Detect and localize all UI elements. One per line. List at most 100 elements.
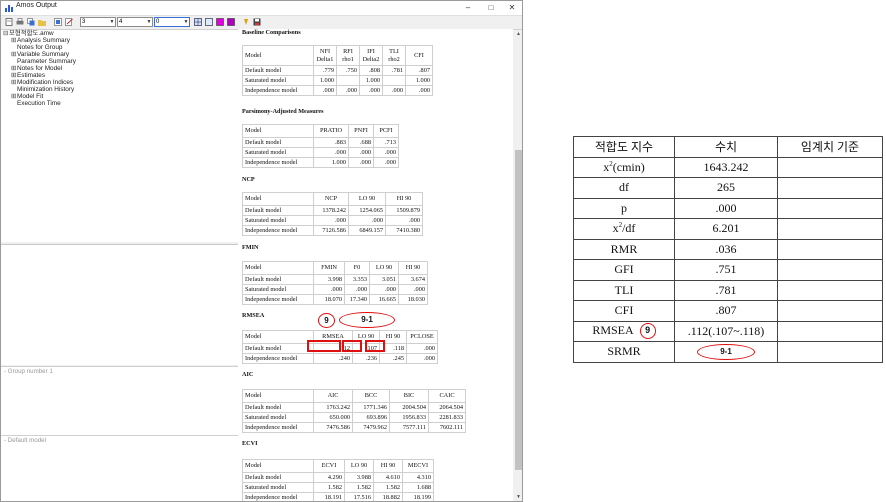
max-columns-combo[interactable]: 0 ▼: [154, 17, 190, 27]
fit-index-name: TLI: [573, 279, 675, 301]
fit-index-name: RMSEA 9: [573, 320, 675, 342]
table-cell: 2004.504: [389, 402, 429, 413]
column-header: MECVI: [402, 459, 434, 473]
table-cell: 4.290: [313, 472, 345, 483]
tree-item-label: Variable Summary: [17, 51, 70, 58]
copy-icon[interactable]: [27, 18, 35, 26]
group-pane[interactable]: - Group number 1: [1, 366, 239, 435]
scroll-thumb[interactable]: [515, 150, 522, 470]
row-label: Saturated model: [242, 284, 314, 295]
table-cell: .000: [369, 284, 399, 295]
scroll-down-icon[interactable]: ▼: [514, 493, 522, 501]
fit-index-value: 9-1: [674, 341, 778, 363]
model-pane[interactable]: - Default model: [1, 435, 239, 501]
table-cell: 18.070: [313, 294, 345, 305]
table-cell: 1763.242: [313, 402, 353, 413]
header-value: 수치: [674, 136, 778, 158]
column-header: F0: [344, 261, 370, 275]
row-label: Default model: [242, 402, 314, 413]
highlight-hi90-box: [365, 340, 385, 352]
fit-threshold-cell: [777, 279, 883, 301]
column-width-combo[interactable]: 4 ▼: [117, 17, 153, 27]
table-header-row: Model NCP LO 90 HI 90: [242, 192, 423, 206]
table-cell: .000: [344, 284, 370, 295]
fit-row: p .000: [573, 197, 883, 219]
print-preview-icon[interactable]: [5, 18, 13, 26]
table-cell: .000: [313, 85, 337, 96]
save-icon[interactable]: [253, 18, 261, 26]
toolbar: 3 ▼ 4 ▼ 0 ▼: [1, 16, 522, 30]
row-label: Independence model: [242, 492, 314, 501]
table-cell: 1.000: [359, 75, 383, 86]
edit-icon[interactable]: [65, 18, 73, 26]
table-cell: 18.191: [313, 492, 345, 501]
tree-item-label: Notes for Model: [17, 65, 63, 72]
help-icon[interactable]: [242, 18, 250, 26]
row-label: Default model: [242, 205, 314, 216]
table-row: Saturated model .000.000.000.000: [242, 284, 428, 295]
row-label: Default model: [242, 472, 314, 483]
table-row: Independence model 1.000.000.000: [242, 157, 399, 168]
tree-root-label: 모형적합도.amw: [9, 30, 54, 37]
fit-threshold-cell: [777, 218, 883, 240]
annotation-circle-9: 9: [318, 313, 335, 328]
highlight-lo90-box: [342, 340, 362, 352]
maximize-button[interactable]: □: [482, 2, 500, 14]
table-cell: 2281.833: [428, 412, 466, 423]
section-title-ncp: NCP: [242, 176, 255, 183]
row-label: Independence model: [242, 353, 314, 364]
section-title-baseline: Baseline Comparisons: [242, 29, 301, 36]
text-view-icon[interactable]: [205, 18, 213, 26]
table-cell: .000: [406, 343, 438, 354]
chevron-down-icon: ▼: [183, 19, 189, 25]
table-cell: 1.688: [402, 482, 434, 493]
table-cell: 7577.111: [389, 422, 429, 433]
fit-index-name: RMR: [573, 238, 675, 260]
table-cell: 17.516: [344, 492, 374, 501]
decimals-combo[interactable]: 3 ▼: [80, 17, 116, 27]
table-cell: .000: [359, 85, 383, 96]
table-cell: 7602.111: [428, 422, 466, 433]
vertical-scrollbar[interactable]: ▲ ▼: [514, 30, 522, 501]
minimize-button[interactable]: –: [459, 2, 477, 14]
window-title: Amos Output: [16, 2, 57, 9]
table-row: Independence model 7126.586 6849.157 7410.3…: [242, 225, 423, 236]
fit-index-value: 1643.242: [674, 156, 778, 178]
table-header-row: Model ECVI LO 90 HI 90 MECVI: [242, 459, 434, 473]
column-header: LO 90: [344, 459, 374, 473]
header-fit-index: 적합도 지수: [573, 136, 675, 158]
fit-index-name: p: [573, 197, 675, 219]
table-cell: 1.582: [344, 482, 374, 493]
column-header: NCP: [313, 192, 349, 206]
table-view-icon[interactable]: [194, 18, 202, 26]
options-icon[interactable]: [54, 18, 62, 26]
row-label: Default model: [242, 137, 314, 148]
fit-header-row: 적합도 지수 수치 임계치 기준: [573, 136, 883, 158]
fit-threshold-cell: [777, 320, 883, 342]
table-cell: 1771.346: [352, 402, 390, 413]
table-cell: .240: [313, 353, 353, 364]
table-row: Saturated model 1.000 1.000 1.000: [242, 75, 433, 86]
open-folder-icon[interactable]: [38, 18, 46, 26]
tree-item-label: Minimization History: [17, 86, 75, 93]
baseline-comparisons-table: Model NFI Delta1 RFI rho1 IFI Delta2 TLI rho2 CFI…: [242, 45, 433, 96]
magenta-color-icon[interactable]: [216, 18, 224, 26]
table-cell: .000: [313, 284, 345, 295]
fit-index-name: df: [573, 177, 675, 199]
fit-index-name: SRMR: [573, 341, 675, 363]
annotation-oval-9-1-fit: 9-1: [697, 344, 755, 361]
table-row: Default model 1378.242 1254.065 1509.879: [242, 205, 423, 216]
table-row: Saturated model 1.582 1.582 1.582 1.688: [242, 482, 434, 493]
group-pane-label: - Group number 1: [4, 368, 53, 375]
fit-threshold-cell: [777, 341, 883, 363]
tree-item-execution-time[interactable]: Execution Time: [17, 100, 61, 108]
column-header: ECVI: [313, 459, 345, 473]
scroll-up-icon[interactable]: ▲: [514, 30, 522, 39]
fit-index-value: .781: [674, 279, 778, 301]
close-button[interactable]: ✕: [503, 2, 521, 14]
column-header: Model: [242, 45, 314, 66]
fit-threshold-cell: [777, 197, 883, 219]
column-header: IFI Delta2: [359, 45, 383, 66]
print-icon[interactable]: [16, 18, 24, 26]
magenta-color-icon-2[interactable]: [227, 18, 235, 26]
